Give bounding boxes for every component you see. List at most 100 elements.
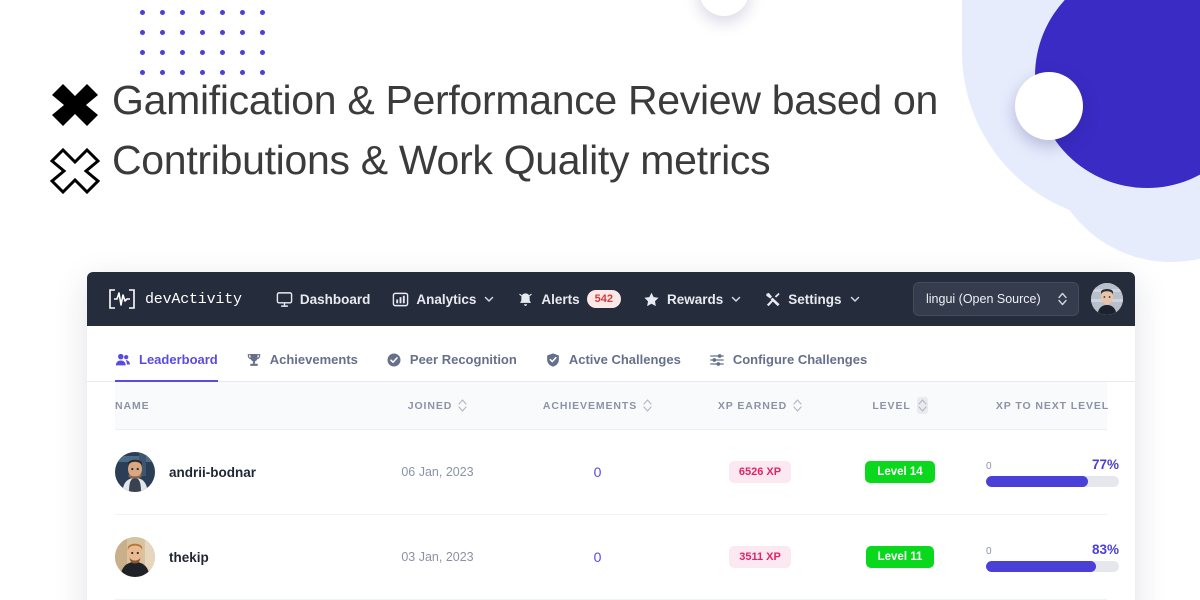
progress-labels: 0 77% xyxy=(986,457,1119,472)
repository-select[interactable]: lingui (Open Source) xyxy=(913,282,1079,316)
sort-toggle-icon[interactable] xyxy=(643,399,652,412)
nav-item-dashboard[interactable]: Dashboard xyxy=(276,291,370,308)
tab-configure-challenges[interactable]: Configure Challenges xyxy=(709,340,867,382)
cell-achievements[interactable]: 0 xyxy=(510,549,685,565)
check-circle-icon xyxy=(387,353,401,366)
user-name[interactable]: andrii-bodnar xyxy=(169,465,256,480)
star-icon xyxy=(644,292,659,306)
cell-level: Level 14 xyxy=(835,461,965,483)
cell-name: thekip xyxy=(115,537,365,577)
decorative-dot xyxy=(180,50,185,55)
column-header-level[interactable]: LEVEL xyxy=(835,397,965,414)
decorative-dot xyxy=(160,50,165,55)
waveform-brackets-icon xyxy=(109,289,135,309)
cell-xp-earned: 6526 XP xyxy=(685,461,835,483)
chevron-updown-icon xyxy=(1058,292,1067,306)
avatar[interactable] xyxy=(1091,283,1123,315)
brand-name: devActivity xyxy=(145,290,242,308)
xp-badge: 3511 XP xyxy=(729,546,791,568)
decorative-dot xyxy=(140,50,145,55)
nav-item-alerts[interactable]: Alerts 542 xyxy=(517,290,621,308)
x-mark-outline-icon xyxy=(50,148,100,194)
brand-logo[interactable]: devActivity xyxy=(107,288,242,310)
column-header-label: JOINED xyxy=(407,399,453,412)
tab-active-challenges[interactable]: Active Challenges xyxy=(545,340,681,382)
decorative-dot xyxy=(200,10,205,15)
cell-xp-to-next-level: 0 83% xyxy=(965,542,1135,572)
column-header-xp-earned[interactable]: XP EARNED xyxy=(685,399,835,412)
decorative-dot xyxy=(240,30,245,35)
nav-item-label: Analytics xyxy=(416,291,477,307)
level-badge: Level 11 xyxy=(865,546,935,568)
trophy-icon xyxy=(247,353,261,366)
cell-joined: 06 Jan, 2023 xyxy=(401,465,474,479)
progress-min-label: 0 xyxy=(986,546,992,557)
level-badge: Level 14 xyxy=(865,461,935,483)
table-row[interactable]: thekip 03 Jan, 2023 0 3511 XP Level 11 0 83% xyxy=(115,515,1119,600)
nav-item-analytics[interactable]: Analytics xyxy=(392,291,495,308)
monitor-icon xyxy=(276,291,293,307)
page-root: Gamification & Performance Review based … xyxy=(0,0,1200,600)
column-header-achievements[interactable]: ACHIEVEMENTS xyxy=(510,399,685,412)
tab-bar: Leaderboard Achievements Peer Recognition A… xyxy=(87,340,1135,382)
decorative-dot xyxy=(180,30,185,35)
avatar xyxy=(115,537,155,577)
bar-chart-icon xyxy=(393,292,409,306)
column-header-label: NAME xyxy=(115,399,150,412)
leaderboard-table: NAME JOINED ACHIEVEMENTS XP EARNED LEVEL XP T… xyxy=(87,382,1135,600)
hero-heading: Gamification & Performance Review based … xyxy=(50,70,1012,194)
nav-item-label: Rewards xyxy=(667,291,724,307)
chevron-down-icon xyxy=(850,296,859,302)
sort-toggle-icon[interactable] xyxy=(916,397,928,414)
cell-achievements[interactable]: 0 xyxy=(510,464,685,480)
cell-name: andrii-bodnar xyxy=(115,452,365,492)
cell-xp-to-next-level: 0 77% xyxy=(965,457,1135,487)
avatar xyxy=(115,452,155,492)
tools-icon xyxy=(766,292,780,306)
chevron-down-icon xyxy=(485,296,494,302)
table-row[interactable]: andrii-bodnar 06 Jan, 2023 0 6526 XP Level 1… xyxy=(115,430,1119,515)
tab-leaderboard[interactable]: Leaderboard xyxy=(115,340,218,382)
alerts-badge: 542 xyxy=(586,290,621,308)
progress-bar-fill xyxy=(986,476,1089,487)
progress-bar xyxy=(986,561,1119,572)
decorative-dot xyxy=(240,10,245,15)
page-title: Gamification & Performance Review based … xyxy=(112,77,939,183)
user-name[interactable]: thekip xyxy=(169,550,209,565)
progress-group: 0 83% xyxy=(986,542,1119,572)
navbar-links: Dashboard Analytics Alerts 542 Rewards Settin… xyxy=(276,290,861,308)
column-header-joined[interactable]: JOINED xyxy=(365,399,510,412)
decorative-dot xyxy=(220,50,225,55)
xp-badge: 6526 XP xyxy=(728,461,792,483)
nav-item-rewards[interactable]: Rewards xyxy=(643,291,742,308)
tab-achievements[interactable]: Achievements xyxy=(246,340,358,382)
decorative-dot xyxy=(140,10,145,15)
people-icon xyxy=(115,353,130,365)
sliders-icon xyxy=(709,353,724,366)
column-header-label: ACHIEVEMENTS xyxy=(542,399,638,412)
tab-label: Configure Challenges xyxy=(732,352,868,367)
progress-group: 0 77% xyxy=(986,457,1119,487)
sort-toggle-icon[interactable] xyxy=(458,399,467,412)
sort-toggle-icon[interactable] xyxy=(793,399,802,412)
progress-percent-label: 77% xyxy=(1091,457,1119,472)
table-header-row: NAME JOINED ACHIEVEMENTS XP EARNED LEVEL XP T… xyxy=(115,382,1108,430)
progress-percent-label: 83% xyxy=(1091,542,1119,557)
tab-label: Active Challenges xyxy=(568,352,681,367)
column-header-label: XP EARNED xyxy=(717,399,788,412)
bell-icon xyxy=(519,292,533,306)
white-circle-decoration xyxy=(1015,72,1083,140)
nav-item-settings[interactable]: Settings xyxy=(764,291,860,308)
chevron-down-icon xyxy=(732,296,741,302)
column-header-label: LEVEL xyxy=(872,399,911,412)
table-body: andrii-bodnar 06 Jan, 2023 0 6526 XP Level 1… xyxy=(115,430,1119,600)
navbar-right: lingui (Open Source) xyxy=(913,282,1123,316)
column-header-name: NAME xyxy=(115,400,365,412)
decorative-dot xyxy=(180,10,185,15)
x-mark-filled-icon xyxy=(52,84,98,126)
tab-label: Achievements xyxy=(269,352,358,367)
avatar-image xyxy=(1091,283,1123,315)
decorative-dot xyxy=(160,30,165,35)
tab-peer-recognition[interactable]: Peer Recognition xyxy=(386,340,517,382)
hero-x-marks xyxy=(50,70,112,194)
